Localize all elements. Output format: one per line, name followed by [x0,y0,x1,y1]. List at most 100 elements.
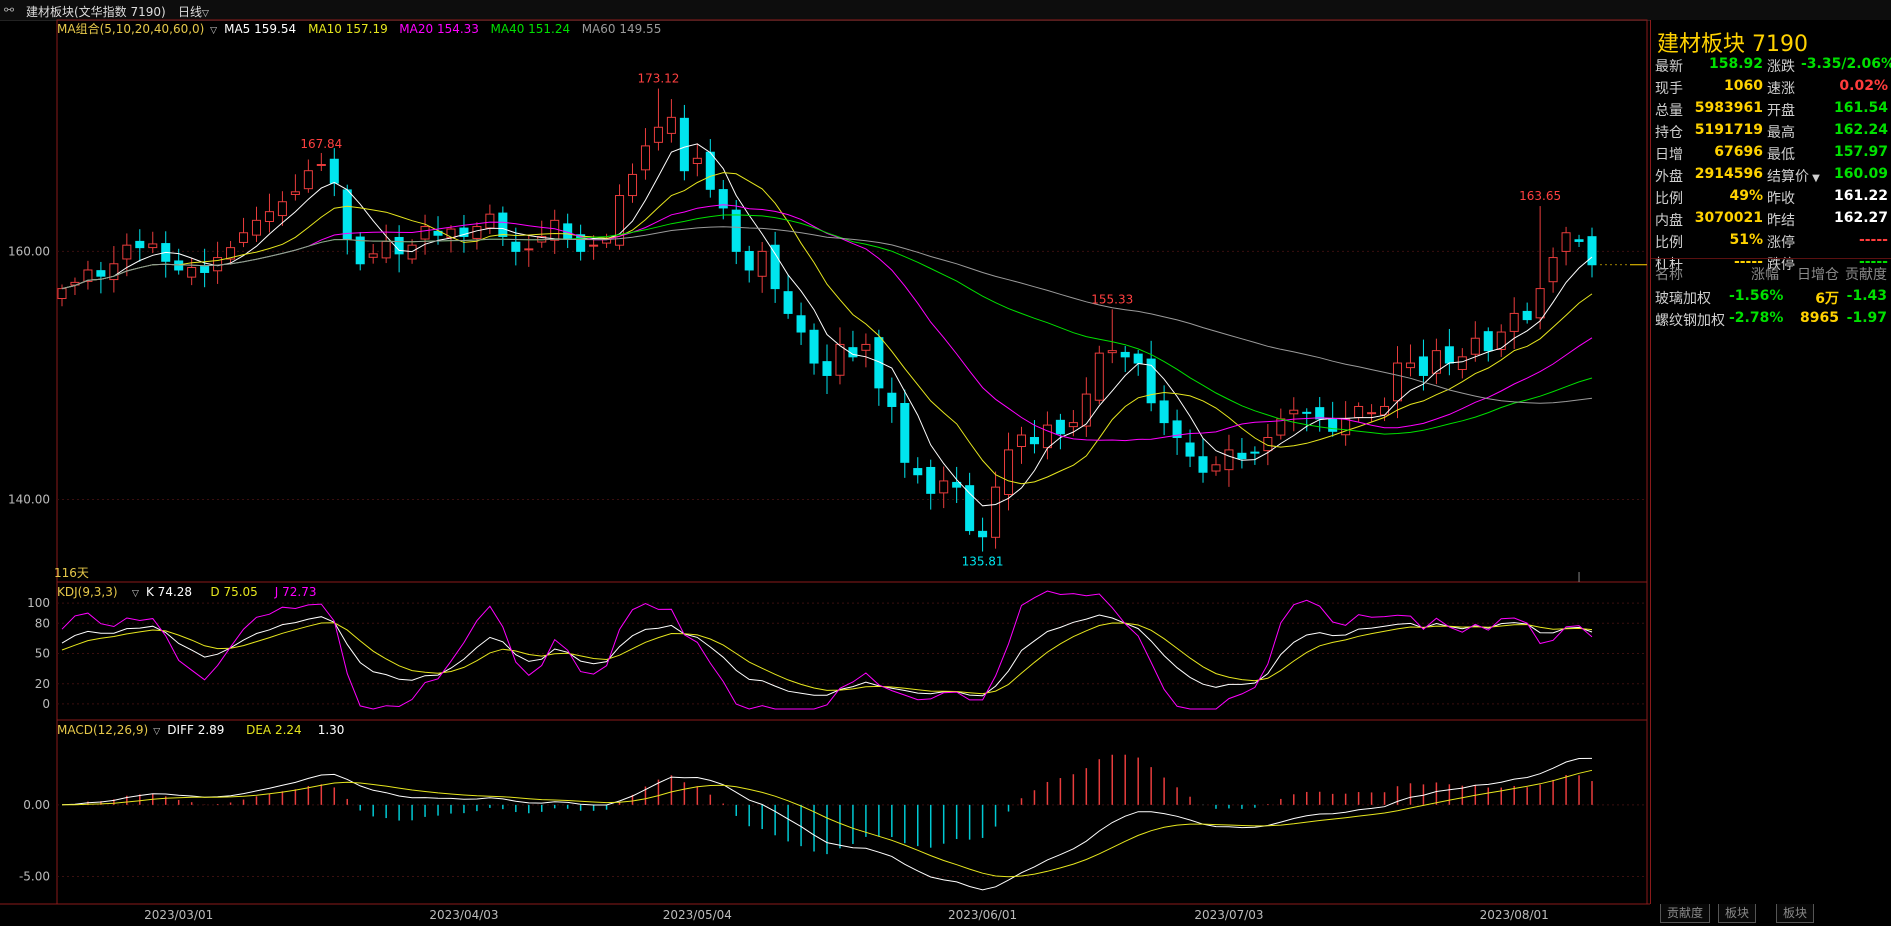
candle-body [264,211,274,222]
quote-label: 最高 [1767,125,1795,141]
candle-body [1185,442,1195,457]
candle-body [1522,310,1532,321]
candle-body [1250,451,1260,454]
ma10-line [61,172,1593,485]
candle-body [1211,464,1221,472]
candle-body [627,173,638,197]
candle-body [692,157,702,164]
price-axis-label: 140.00 [8,493,50,507]
candle-body [1289,409,1299,415]
indicator-value: J 72.73 [274,585,317,599]
bar-count-label: 116天 [54,566,89,580]
price-annotation: 135.81 [962,555,1004,569]
quote-label: 开盘 [1767,103,1795,119]
quote-row: 比例 49% 昨收 161.22 [1651,188,1891,210]
candle-body [1120,351,1130,358]
chevron-down-icon[interactable]: ▽ [210,26,217,36]
candle-body [1470,337,1480,355]
candle-body [239,232,249,243]
bottom-tab[interactable]: 贡献度 [1660,904,1711,923]
candle-body [277,201,287,217]
quote-row: 总量 5983961 开盘 161.54 [1651,100,1891,122]
quote-value: 5983961 [1694,100,1763,116]
candle-body [1302,411,1312,414]
candle-body [666,116,676,134]
candle-body [705,151,715,190]
quote-label: 日增 [1655,147,1683,163]
candle-body [122,244,132,260]
table-row[interactable]: 螺纹钢加权 -2.78% 8965 -1.97 [1651,310,1891,332]
quote-value: 2914596 [1694,166,1763,182]
component-contribution: -1.97 [1846,310,1887,326]
quote-value: 51% [1729,232,1763,248]
bottom-tab[interactable]: 板块 [1718,904,1757,923]
candle-body [472,226,482,239]
candle-body [1315,407,1325,420]
indicator-value: MA60 149.55 [582,22,662,36]
macd-axis-label: 0.00 [23,798,50,812]
candle-body [1068,422,1078,428]
bottom-tab[interactable]: 板块 [1776,904,1815,923]
chevron-down-icon[interactable]: ▽ [153,727,160,737]
candle-body [615,195,625,246]
table-header[interactable]: 日增仓 [1789,264,1839,284]
quote-label: 昨结 [1767,213,1795,229]
candle-body [1328,419,1338,432]
indicator-value: K 74.28 [146,585,192,599]
candle-body [1496,331,1506,350]
quote-label: 最新 [1655,59,1683,75]
candle-body [446,228,456,239]
candle-body [1380,405,1390,416]
macd-axis-label: -5.00 [19,870,50,884]
price-annotation: 155.33 [1091,292,1133,306]
candle-body [1237,452,1247,460]
candle-body [900,403,910,463]
indicator-name[interactable]: KDJ(9,3,3) [57,585,118,599]
ma5-line [61,143,1593,507]
candle-body [1483,331,1493,352]
candle-body [731,209,741,252]
quote-label: 内盘 [1655,213,1683,229]
macd-panel-series [61,754,1593,891]
table-row[interactable]: 玻璃加权 -1.56% 6万 -1.43 [1651,288,1891,310]
quote-title: 建材板块 7190 [1657,32,1808,57]
component-oi-change: 6万 [1815,291,1839,307]
table-header[interactable]: 名称 [1655,264,1683,284]
component-contribution: -1.43 [1846,288,1887,304]
kdj-axis-label: 80 [35,616,50,630]
candle-body [290,191,300,195]
candle-body [1094,352,1104,401]
candle-body [1133,353,1143,364]
d-line [61,622,1593,695]
divider [1651,258,1891,259]
candle-body [1574,239,1584,242]
candle-body [757,250,767,277]
indicator-name[interactable]: MA组合(5,10,20,40,60,0) [57,21,204,36]
candle-body [381,240,391,259]
date-axis-label: 2023/05/04 [663,908,732,922]
indicator-value: MA5 159.54 [224,22,296,36]
table-header[interactable]: 涨幅 [1729,264,1779,284]
candle-body [420,226,430,240]
price-annotation: 163.65 [1519,189,1561,203]
quote-row: 内盘 3070021 昨结 162.27 [1651,210,1891,232]
candle-body [939,480,949,494]
quote-label: 比例 [1655,235,1683,251]
kdj-axis-label: 50 [35,647,50,661]
quote-value: 5191719 [1694,122,1763,138]
kdj-axis-label: 20 [35,677,50,691]
price-axis-label: 160.00 [8,244,50,258]
candle-body [187,266,197,278]
quote-row: 最新 158.92 涨跌 -3.35/2.06% [1651,56,1891,78]
kdj-axis-label: 100 [27,596,50,610]
indicator-value: DEA 2.24 [246,723,302,737]
table-header[interactable]: 贡献度 [1837,264,1887,284]
moving-average-lines [61,143,1593,507]
indicator-value: MA10 157.19 [308,22,388,36]
chart-area[interactable]: 160.00 140.00 167.84 173.12 135.81 155.33 163.… [0,0,1650,926]
quote-value: 1060 [1724,78,1763,94]
candle-body [1405,362,1415,369]
indicator-name[interactable]: MACD(12,26,9) [57,723,148,737]
candle-body [550,219,560,241]
chevron-down-icon[interactable]: ▽ [132,589,139,599]
